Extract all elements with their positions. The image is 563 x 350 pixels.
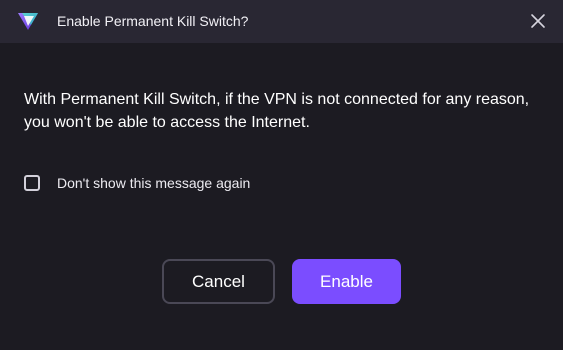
proton-vpn-logo-icon	[17, 11, 39, 31]
title-bar: Enable Permanent Kill Switch?	[0, 0, 563, 43]
dont-show-again-checkbox-row[interactable]: Don't show this message again	[24, 175, 250, 191]
close-icon[interactable]	[527, 10, 549, 32]
dialog-window: Enable Permanent Kill Switch? With Perma…	[0, 0, 563, 350]
dialog-message: With Permanent Kill Switch, if the VPN i…	[24, 91, 530, 131]
cancel-button[interactable]: Cancel	[162, 259, 275, 304]
dont-show-again-checkbox[interactable]	[24, 175, 40, 191]
dont-show-again-label[interactable]: Don't show this message again	[57, 175, 250, 191]
enable-button[interactable]: Enable	[292, 259, 401, 304]
dialog-title: Enable Permanent Kill Switch?	[57, 13, 249, 29]
